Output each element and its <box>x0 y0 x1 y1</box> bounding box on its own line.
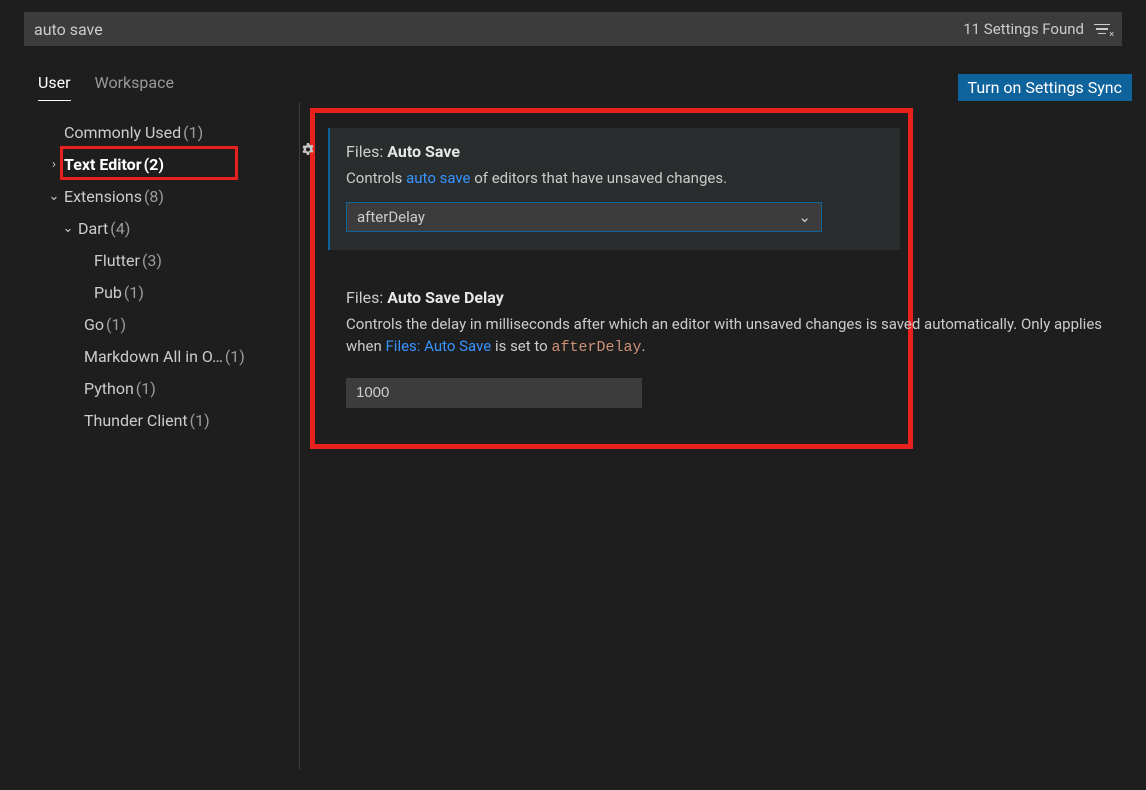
sidebar-item-go[interactable]: Go (1) <box>0 308 299 340</box>
sidebar-item-label: Markdown All in O… <box>84 347 223 366</box>
dropdown-value: afterDelay <box>357 208 425 226</box>
desc-link[interactable]: auto save <box>406 169 470 187</box>
desc-link[interactable]: Files: Auto Save <box>386 337 492 355</box>
setting-description: Controls the delay in milliseconds after… <box>346 313 1106 360</box>
chevron-down-icon: ⌄ <box>60 221 76 236</box>
gear-icon[interactable] <box>300 142 316 158</box>
desc-text: . <box>641 337 645 355</box>
chevron-right-icon: › <box>46 157 62 172</box>
settings-content: Files: Auto Save Controls auto save of e… <box>300 102 1146 770</box>
sidebar-item-markdown[interactable]: Markdown All in O… (1) <box>0 340 299 372</box>
auto-save-dropdown[interactable]: afterDelay ⌄ <box>346 202 822 232</box>
settings-sync-button[interactable]: Turn on Settings Sync <box>958 74 1132 101</box>
sidebar-item-label: Extensions <box>64 187 142 206</box>
scope-tabs: User Workspace <box>38 73 174 101</box>
chevron-down-icon: ⌄ <box>798 208 811 226</box>
sidebar-item-label: Thunder Client <box>84 411 188 430</box>
desc-text: is set to <box>491 337 551 355</box>
desc-code: afterDelay <box>551 339 641 356</box>
sidebar-item-python[interactable]: Python (1) <box>0 372 299 404</box>
setting-title-prefix: Files: <box>346 142 387 161</box>
sidebar-item-thunder-client[interactable]: Thunder Client (1) <box>0 404 299 436</box>
body: Commonly Used (1) › Text Editor (2) ⌄ Ex… <box>0 102 1146 770</box>
tab-user[interactable]: User <box>38 73 71 101</box>
tabs-row: User Workspace Turn on Settings Sync <box>0 46 1146 102</box>
sidebar-item-label: Pub <box>94 283 122 302</box>
sidebar-item-commonly-used[interactable]: Commonly Used (1) <box>0 116 299 148</box>
sidebar-item-flutter[interactable]: Flutter (3) <box>0 244 299 276</box>
sidebar-item-count: (4) <box>110 219 130 238</box>
setting-title: Files: Auto Save Delay <box>346 288 1108 307</box>
search-bar: auto save 11 Settings Found × <box>24 12 1122 46</box>
setting-title-name: Auto Save <box>387 142 460 161</box>
sidebar-item-dart[interactable]: ⌄ Dart (4) <box>0 212 299 244</box>
chevron-down-icon: ⌄ <box>46 189 62 204</box>
sidebar-item-text-editor[interactable]: › Text Editor (2) <box>0 148 299 180</box>
sidebar-item-label: Flutter <box>94 251 140 270</box>
sidebar-item-label: Go <box>84 315 104 334</box>
filter-icon[interactable]: × <box>1094 20 1112 38</box>
sidebar-item-count: (1) <box>225 347 245 366</box>
setting-title: Files: Auto Save <box>346 142 882 161</box>
sidebar-item-count: (3) <box>142 251 162 270</box>
setting-files-auto-save-delay: Files: Auto Save Delay Controls the dela… <box>328 288 1126 408</box>
search-results-area: 11 Settings Found × <box>963 20 1112 38</box>
sidebar-item-label: Dart <box>78 219 108 238</box>
sidebar-item-count: (8) <box>144 187 164 206</box>
search-input[interactable]: auto save <box>34 20 963 39</box>
setting-title-prefix: Files: <box>346 288 387 307</box>
sidebar-item-count: (1) <box>124 283 144 302</box>
desc-text: Controls <box>346 169 406 187</box>
sidebar-item-count: (2) <box>144 155 164 174</box>
sidebar-item-count: (1) <box>190 411 210 430</box>
sidebar-item-label: Python <box>84 379 134 398</box>
results-count: 11 Settings Found <box>963 20 1084 38</box>
desc-text: of editors that have unsaved changes. <box>471 169 728 187</box>
tab-workspace[interactable]: Workspace <box>95 73 174 101</box>
setting-description: Controls auto save of editors that have … <box>346 167 882 190</box>
setting-title-name: Auto Save Delay <box>387 288 504 307</box>
sidebar-item-label: Text Editor <box>64 155 142 174</box>
sidebar-item-count: (1) <box>183 123 203 142</box>
sidebar-item-count: (1) <box>136 379 156 398</box>
auto-save-delay-input[interactable] <box>346 378 642 408</box>
settings-tree: Commonly Used (1) › Text Editor (2) ⌄ Ex… <box>0 102 300 770</box>
sidebar-item-count: (1) <box>106 315 126 334</box>
sidebar-item-pub[interactable]: Pub (1) <box>0 276 299 308</box>
setting-files-auto-save: Files: Auto Save Controls auto save of e… <box>328 128 900 250</box>
sidebar-item-extensions[interactable]: ⌄ Extensions (8) <box>0 180 299 212</box>
sidebar-item-label: Commonly Used <box>64 123 181 142</box>
